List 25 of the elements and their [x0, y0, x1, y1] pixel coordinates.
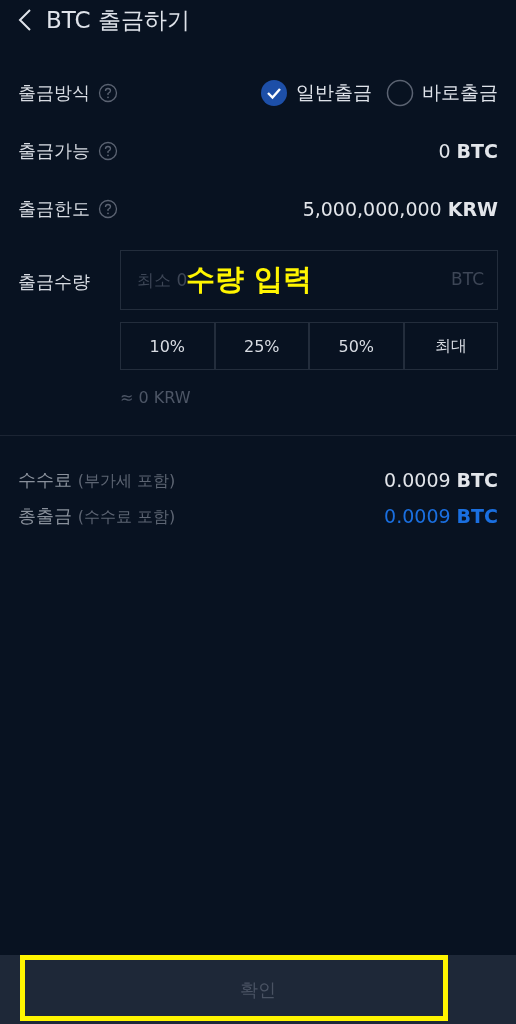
- summary-label: 총출금 (수수료 포함): [18, 504, 176, 528]
- checked-radio-icon[interactable]: [260, 79, 288, 107]
- radio-icon[interactable]: [386, 79, 414, 107]
- help-icon[interactable]: [98, 199, 118, 219]
- percent-button[interactable]: 50%: [309, 322, 404, 370]
- percent-button[interactable]: 최대: [403, 322, 498, 370]
- field-label: 출금한도: [18, 197, 90, 221]
- percent-button[interactable]: 25%: [214, 322, 309, 370]
- radio-label[interactable]: 바로출금: [422, 80, 498, 106]
- value-text: 0.0009 BTC: [384, 469, 498, 491]
- value-text: 5,000,000,000 KRW: [302, 198, 498, 220]
- value-text: 0 BTC: [438, 140, 498, 162]
- estimate-text: ≈ 0 KRW: [120, 388, 191, 407]
- page-title: BTC 출금하기: [46, 5, 190, 35]
- summary-label: 수수료 (부가세 포함): [18, 468, 176, 492]
- help-icon[interactable]: [98, 141, 118, 161]
- field-label: 출금가능: [18, 139, 90, 163]
- field-label: 출금방식: [18, 81, 90, 105]
- radio-label[interactable]: 일반출금: [296, 80, 372, 106]
- annotation-label: 수량 입력: [186, 261, 313, 298]
- back-icon[interactable]: [18, 8, 32, 32]
- help-icon[interactable]: [98, 83, 118, 103]
- value-text: 0.0009 BTC: [384, 505, 498, 527]
- percent-button[interactable]: 10%: [120, 322, 215, 370]
- field-label: 출금수량: [18, 270, 91, 294]
